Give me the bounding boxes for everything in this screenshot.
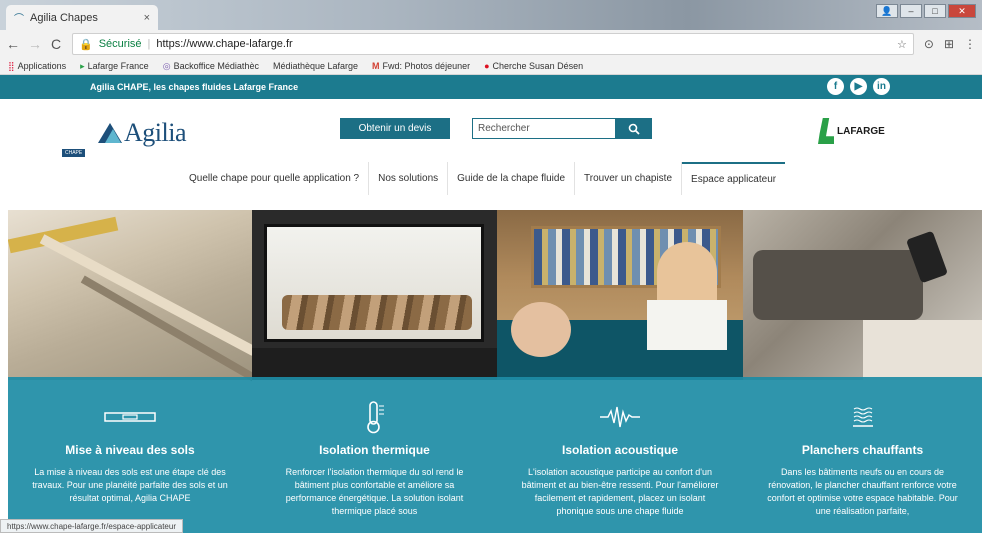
- agilia-logo[interactable]: Agilia: [96, 118, 187, 147]
- extension-icon[interactable]: ⊙: [924, 37, 934, 51]
- bookmark-susan[interactable]: ● Cherche Susan Désen: [484, 61, 583, 71]
- facebook-icon[interactable]: f: [827, 78, 844, 95]
- nav-item-guide[interactable]: Guide de la chape fluide: [448, 162, 576, 195]
- lafarge-logo[interactable]: LAFARGE: [818, 118, 885, 144]
- minimize-icon[interactable]: ‒: [900, 4, 922, 18]
- card-title: Isolation thermique: [319, 443, 430, 457]
- secure-label: Sécurisé: [98, 38, 142, 50]
- card-text: La mise à niveau des sols est une étape …: [32, 467, 228, 503]
- card-overlay: Isolation acoustique L'isolation acousti…: [497, 377, 743, 533]
- card-title: Planchers chauffants: [801, 443, 924, 457]
- linkedin-icon[interactable]: in: [873, 78, 890, 95]
- nav-item-find-chapiste[interactable]: Trouver un chapiste: [575, 162, 683, 195]
- forward-icon[interactable]: →: [28, 36, 42, 52]
- bookmark-mediatheque[interactable]: Médiathèque Lafarge: [273, 61, 358, 71]
- gmail-icon: M: [372, 61, 380, 71]
- agilia-favicon-icon: ⌒: [14, 14, 24, 25]
- toolbar: ← → C 🔒 Sécurisé | https://www.chape-laf…: [0, 30, 982, 58]
- extension-icon-2[interactable]: ⊞: [944, 37, 954, 51]
- card-photo-sofa: [743, 210, 982, 380]
- address-bar[interactable]: 🔒 Sécurisé | https://www.chape-lafarge.f…: [72, 33, 914, 55]
- main-navigation: Quelle chape pour quelle application ? N…: [180, 162, 786, 195]
- sound-wave-icon: [600, 406, 640, 428]
- get-quote-button[interactable]: Obtenir un devis: [340, 118, 450, 139]
- browser-tab-strip: ⌒ Agilia Chapes × 👤 ‒ □ ✕: [0, 0, 982, 30]
- globe-icon: ◎: [162, 60, 171, 71]
- card-planchers-chauffants[interactable]: Planchers chauffants Dans les bâtiments …: [743, 210, 982, 533]
- nav-item-espace-applicateur[interactable]: Espace applicateur: [682, 162, 786, 195]
- agilia-logo-sub: CHAPE: [62, 149, 86, 157]
- reload-icon[interactable]: C: [50, 36, 62, 52]
- card-isolation-thermique[interactable]: Isolation thermique Renforcer l'isolatio…: [252, 210, 497, 533]
- social-links: f ▶ in: [827, 78, 890, 95]
- user-icon[interactable]: 👤: [876, 4, 898, 18]
- bookmark-backoffice[interactable]: ◎ Backoffice Médiathèc: [163, 61, 259, 72]
- url-text: https://www.chape-lafarge.fr: [156, 38, 293, 50]
- window-close-icon[interactable]: ✕: [948, 4, 976, 18]
- bookmark-lafarge[interactable]: ▸ Lafarge France: [80, 61, 149, 72]
- card-overlay: Mise à niveau des sols La mise à niveau …: [8, 377, 252, 533]
- card-photo-children: [497, 210, 743, 380]
- search-input[interactable]: [472, 118, 616, 139]
- bookmark-gmail[interactable]: M Fwd: Photos déjeuner: [372, 61, 470, 71]
- card-photo-fireplace: [252, 210, 497, 380]
- bookmark-star-icon[interactable]: ☆: [897, 38, 907, 51]
- red-dot-icon: ●: [484, 61, 490, 71]
- card-overlay: Isolation thermique Renforcer l'isolatio…: [252, 377, 497, 533]
- apps-grid-icon: ⣿: [8, 60, 15, 71]
- card-text: L'isolation acoustique participe au conf…: [521, 467, 719, 516]
- status-bar-url: https://www.chape-lafarge.fr/espace-appl…: [0, 519, 183, 533]
- window-controls: 👤 ‒ □ ✕: [876, 4, 976, 18]
- agilia-logo-mark-icon: [98, 123, 122, 143]
- card-mise-a-niveau[interactable]: Mise à niveau des sols La mise à niveau …: [8, 210, 252, 533]
- agilia-logo-text: Agilia: [124, 118, 187, 147]
- tab-title: Agilia Chapes: [30, 11, 98, 24]
- nav-item-solutions[interactable]: Nos solutions: [369, 162, 449, 195]
- level-tool-icon: [104, 412, 156, 422]
- tagline: Agilia CHAPE, les chapes fluides Lafarge…: [90, 82, 299, 92]
- card-photo-floor: [8, 210, 252, 393]
- card-text: Renforcer l'isolation thermique du sol r…: [285, 467, 464, 516]
- url-separator: |: [147, 38, 151, 50]
- tab-close-icon[interactable]: ×: [144, 12, 150, 24]
- menu-icon[interactable]: ⋮: [964, 37, 976, 51]
- lafarge-logo-mark-icon: [818, 118, 834, 144]
- browser-tab[interactable]: ⌒ Agilia Chapes ×: [6, 5, 158, 30]
- hero-cards: Mise à niveau des sols La mise à niveau …: [0, 210, 982, 533]
- lock-icon: 🔒: [79, 38, 93, 51]
- youtube-icon[interactable]: ▶: [850, 78, 867, 95]
- heating-floor-icon: [852, 407, 873, 427]
- card-title: Isolation acoustique: [561, 443, 678, 457]
- nav-item-applications[interactable]: Quelle chape pour quelle application ?: [180, 162, 370, 195]
- card-overlay: Planchers chauffants Dans les bâtiments …: [743, 377, 982, 533]
- site-header: Agilia CHAPE Obtenir un devis LAFARGE Qu…: [0, 99, 982, 195]
- search-icon: [628, 123, 640, 135]
- thermometer-icon: [366, 401, 384, 434]
- lafarge-logo-text: LAFARGE: [837, 125, 885, 137]
- back-icon[interactable]: ←: [6, 36, 20, 52]
- bookmark-apps[interactable]: ⣿ Applications: [8, 61, 66, 72]
- card-title: Mise à niveau des sols: [65, 443, 195, 457]
- maximize-icon[interactable]: □: [924, 4, 946, 18]
- arrow-icon: ▸: [80, 60, 85, 71]
- bookmarks-bar: ⣿ Applications ▸ Lafarge France ◎ Backoffic…: [0, 58, 982, 75]
- site-topbar: Agilia CHAPE, les chapes fluides Lafarge…: [0, 75, 982, 99]
- card-text: Dans les bâtiments neufs ou en cours de …: [767, 467, 958, 516]
- search-button[interactable]: [616, 118, 652, 139]
- card-isolation-acoustique[interactable]: Isolation acoustique L'isolation acousti…: [497, 210, 743, 533]
